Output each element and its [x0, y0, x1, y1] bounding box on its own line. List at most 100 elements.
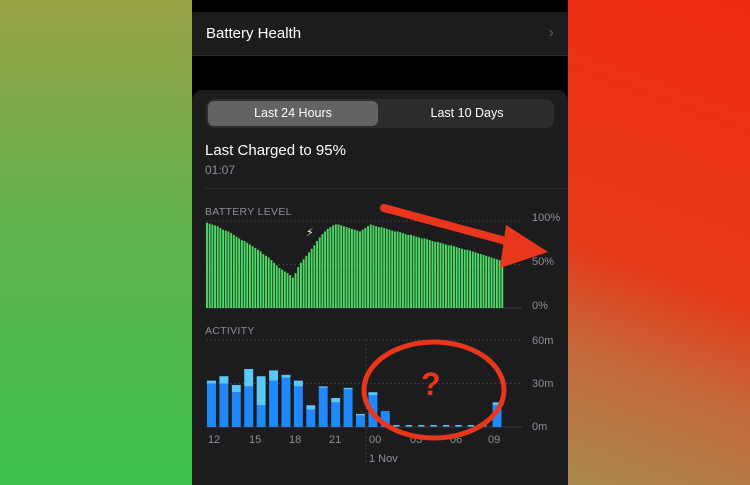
activity-bar-screen-on [343, 389, 353, 427]
battery-level-bar [415, 236, 418, 308]
battery-level-bar [302, 259, 305, 308]
battery-level-bar [444, 244, 447, 308]
activity-bar-empty [418, 425, 425, 427]
battery-level-bar [227, 231, 230, 308]
activity-bar-screen-on [269, 380, 279, 427]
battery-level-bar [420, 238, 423, 308]
battery-usage-card: Last 24 Hours Last 10 Days Last Charged … [192, 90, 568, 485]
activity-bar-screen-off [318, 386, 328, 388]
battery-level-bar [487, 256, 490, 308]
activity-bar-screen-off [306, 405, 316, 410]
battery-level-bar [350, 228, 353, 308]
activity-bar-screen-on [306, 409, 316, 427]
battery-level-bar [463, 249, 466, 308]
battery-level-bar [270, 260, 273, 308]
activity-bar-screen-off [293, 380, 303, 387]
battery-level-bar [299, 262, 302, 308]
battery-level-bar [251, 246, 254, 308]
battery-level-bar [485, 255, 488, 308]
battery-level-bar [401, 233, 404, 308]
charging-bolt-icon: ⚡ [306, 226, 314, 239]
battery-level-bar [214, 225, 216, 308]
battery-level-bar [324, 231, 327, 308]
battery-level-bar [294, 273, 297, 308]
battery-level-bar [345, 227, 348, 308]
activity-bar-screen-off [256, 376, 266, 406]
battery-level-bar [359, 231, 361, 308]
battery-level-bar [372, 225, 375, 308]
activity-bar-screen-on [492, 405, 502, 427]
battery-level-bar [308, 252, 310, 308]
activity-bar-screen-off [492, 402, 502, 406]
battery-level-bar [375, 226, 378, 308]
battery-level-bar [356, 230, 359, 308]
battery-level-bar [216, 226, 219, 308]
battery-level-bar [289, 274, 292, 308]
battery-level-bar [232, 234, 235, 308]
activity-bar-screen-on [219, 383, 229, 427]
battery-level-bar [283, 271, 286, 308]
activity-bar-screen-on [256, 405, 266, 427]
battery-level-bar [469, 250, 472, 308]
activity-bar-screen-on [231, 392, 241, 427]
battery-health-label: Battery Health [206, 25, 302, 42]
battery-level-bar [364, 227, 367, 308]
battery-level-bar [412, 235, 415, 308]
battery-level-bar [407, 234, 410, 308]
battery-level-bar [348, 227, 351, 308]
battery-level-bar [224, 230, 227, 308]
activity-bar-screen-off [269, 370, 279, 381]
battery-level-bar [396, 231, 399, 308]
battery-level-bar [367, 226, 370, 308]
battery-level-bar [391, 230, 394, 308]
chevron-right-icon: › [548, 24, 554, 41]
activity-bar-screen-on [244, 386, 254, 427]
battery-level-bar [219, 227, 222, 308]
battery-level-bar [477, 253, 480, 308]
battery-level-bar [222, 229, 225, 308]
battery-level-bar [313, 245, 316, 308]
battery-level-bar [318, 237, 321, 308]
battery-level-bar [439, 242, 442, 308]
battery-level-bar [361, 229, 364, 308]
battery-level-bar [426, 239, 429, 308]
activity-bar-screen-on [207, 383, 216, 427]
battery-level-bar [265, 255, 267, 308]
background-right [568, 0, 750, 485]
battery-level-bar [471, 251, 474, 308]
battery-level-bar [455, 247, 458, 308]
battery-level-bar [240, 240, 243, 308]
battery-level-bar [380, 227, 383, 308]
battery-level-bar [334, 224, 337, 308]
activity-bar-screen-on [368, 395, 378, 427]
battery-health-row[interactable]: Battery Health › [192, 12, 568, 56]
battery-level-bar [337, 224, 340, 308]
battery-level-bar [235, 236, 238, 308]
battery-level-bar [385, 228, 388, 308]
activity-bar-screen-on [281, 377, 291, 427]
battery-level-bar [211, 224, 214, 308]
battery-level-bar [281, 269, 284, 308]
battery-and-activity-charts: ⚡ [206, 220, 522, 465]
battery-level-bar [369, 224, 372, 308]
battery-level-bar [388, 229, 391, 308]
battery-level-bar [482, 254, 485, 308]
activity-bar-empty [467, 425, 475, 427]
battery-level-bar [316, 241, 318, 308]
battery-level-bar [291, 277, 294, 308]
activity-bar-screen-off [244, 369, 254, 387]
battery-level-bar [501, 261, 504, 308]
activity-bar-empty [393, 425, 400, 427]
activity-bar-screen-on [318, 387, 328, 427]
battery-level-bar [340, 225, 343, 308]
battery-level-bar [273, 262, 276, 308]
battery-level-bar [498, 260, 501, 308]
battery-level-bar [257, 249, 259, 308]
battery-level-bar [399, 232, 402, 308]
activity-bar-screen-on [293, 386, 303, 427]
battery-level-bar [495, 259, 498, 308]
battery-level-bar [490, 257, 493, 308]
battery-level-bar [493, 258, 496, 308]
battery-level-bar [259, 251, 262, 308]
battery-level-bar [466, 249, 469, 308]
